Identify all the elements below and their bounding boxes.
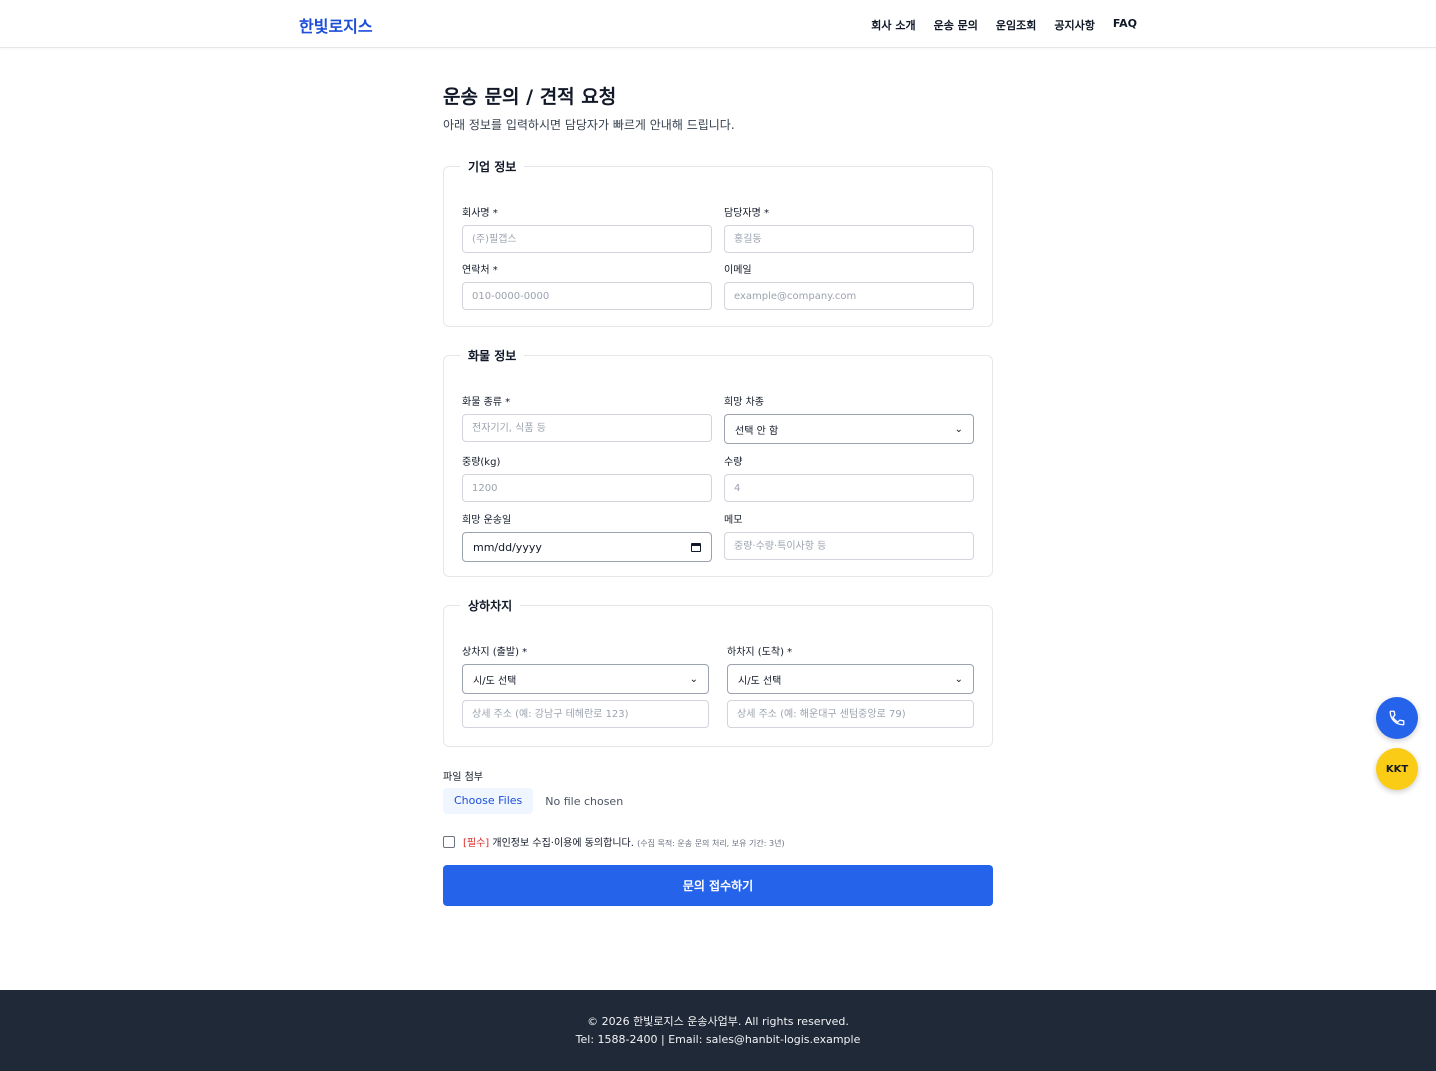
destination-label: 하차지 (도착) * (727, 647, 793, 658)
company-info-section: 기업 정보 회사명 * 담당자명 * 연락처 * 이메일 (443, 158, 993, 327)
memo-label: 메모 (724, 515, 743, 526)
company-name-input[interactable] (462, 225, 712, 253)
contact-name-label: 담당자명 * (724, 208, 769, 219)
file-label: 파일 첨부 (443, 772, 483, 783)
email-input[interactable] (724, 282, 974, 310)
weight-input[interactable] (462, 474, 712, 502)
main-nav: 회사 소개 운송 문의 운임조회 공지사항 FAQ (871, 17, 1137, 33)
calendar-icon[interactable] (691, 542, 701, 552)
page-title: 운송 문의 / 견적 요청 (443, 86, 617, 108)
destination-detail-input[interactable] (727, 700, 974, 728)
inquiry-form: 운송 문의 / 견적 요청 아래 정보를 입력하시면 담당자가 빠르게 안내해 … (443, 86, 993, 906)
chevron-down-icon: ⌄ (954, 423, 963, 435)
nav-inquiry[interactable]: 운송 문의 (934, 17, 978, 33)
phone-input[interactable] (462, 282, 712, 310)
destination-select-value: 시/도 선택 (738, 675, 782, 687)
phone-icon (1389, 710, 1405, 726)
origin-select-value: 시/도 선택 (473, 675, 517, 687)
privacy-consent: [필수] 개인정보 수집·이용에 동의합니다. (수집 목적: 운송 문의 처리… (443, 834, 785, 849)
memo-input[interactable] (724, 532, 974, 560)
origin-detail-input[interactable] (462, 700, 709, 728)
date-input-value: mm/dd/yyyy (473, 540, 542, 554)
weight-label: 중량(kg) (462, 457, 501, 468)
nav-about[interactable]: 회사 소개 (871, 17, 915, 33)
kakao-chat-button[interactable]: KKT (1376, 748, 1418, 790)
origin-label: 상차지 (출발) * (462, 647, 528, 658)
nav-faq[interactable]: FAQ (1113, 17, 1137, 33)
cargo-type-label: 화물 종류 * (462, 397, 511, 408)
consent-note: (수집 목적: 운송 문의 처리, 보유 기간: 3년) (637, 839, 785, 848)
site-logo[interactable]: 한빛로지스 (299, 13, 373, 37)
page-subtitle: 아래 정보를 입력하시면 담당자가 빠르게 안내해 드립니다. (443, 118, 735, 132)
email-label: 이메일 (724, 265, 752, 276)
file-status: No file chosen (545, 794, 624, 808)
consent-checkbox[interactable] (443, 835, 455, 848)
cargo-type-input[interactable] (462, 414, 712, 442)
date-label: 희망 운송일 (462, 515, 512, 526)
site-footer: © 2026 한빛로지스 운송사업부. All rights reserved.… (0, 990, 1436, 1071)
vehicle-select[interactable]: 선택 안 함 ⌄ (724, 414, 974, 444)
nav-notice[interactable]: 공지사항 (1054, 17, 1094, 33)
locations-section: 상하차지 상차지 (출발) * 시/도 선택 ⌄ 하차지 (도착) * 시/도 … (443, 597, 993, 747)
phone-label: 연락처 * (462, 265, 498, 276)
vehicle-select-value: 선택 안 함 (735, 425, 779, 437)
chevron-down-icon: ⌄ (954, 673, 963, 685)
date-input[interactable]: mm/dd/yyyy (462, 532, 712, 562)
chevron-down-icon: ⌄ (689, 673, 698, 685)
consent-label[interactable]: [필수] 개인정보 수집·이용에 동의합니다. (수집 목적: 운송 문의 처리… (463, 834, 785, 849)
vehicle-label: 희망 차종 (724, 397, 764, 408)
nav-rates[interactable]: 운임조회 (996, 17, 1036, 33)
contact-name-input[interactable] (724, 225, 974, 253)
submit-button[interactable]: 문의 접수하기 (443, 865, 993, 906)
section-legend: 화물 정보 (468, 349, 517, 363)
choose-files-button[interactable]: Choose Files (443, 788, 534, 814)
quantity-label: 수량 (724, 457, 743, 468)
consent-text: 개인정보 수집·이용에 동의합니다. (492, 838, 634, 849)
destination-region-select[interactable]: 시/도 선택 ⌄ (727, 664, 974, 694)
file-upload: Choose Files No file chosen (443, 788, 623, 814)
site-header: 한빛로지스 회사 소개 운송 문의 운임조회 공지사항 FAQ (0, 0, 1436, 48)
footer-contact: Tel: 1588-2400 | Email: sales@hanbit-log… (575, 1033, 861, 1046)
footer-copyright: © 2026 한빛로지스 운송사업부. All rights reserved. (587, 1015, 849, 1028)
required-tag: [필수] (463, 838, 490, 849)
company-name-label: 회사명 * (462, 208, 498, 219)
section-legend: 상하차지 (468, 599, 513, 613)
quantity-input[interactable] (724, 474, 974, 502)
cargo-info-section: 화물 정보 화물 종류 * 희망 차종 선택 안 함 ⌄ 중량(kg) 수량 (443, 347, 993, 577)
origin-region-select[interactable]: 시/도 선택 ⌄ (462, 664, 709, 694)
section-legend: 기업 정보 (468, 160, 517, 174)
phone-call-button[interactable] (1376, 697, 1418, 739)
